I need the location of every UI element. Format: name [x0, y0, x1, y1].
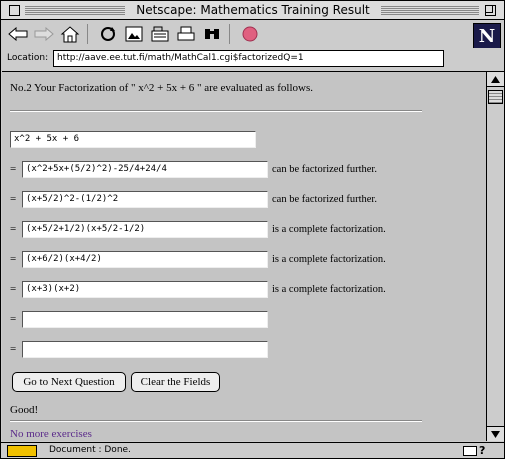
security-key-icon[interactable] [7, 445, 37, 457]
equals-sign: = [10, 223, 17, 235]
home-icon[interactable] [59, 24, 81, 44]
stop-icon[interactable] [239, 24, 261, 44]
divider [10, 110, 422, 112]
divider [10, 420, 422, 422]
step-status-3: is a complete factorization. [272, 223, 386, 235]
browser-window: Netscape: Mathematics Training Result N … [0, 0, 505, 459]
print-icon[interactable] [175, 24, 197, 44]
equals-sign: = [10, 343, 17, 355]
title-bar[interactable]: Netscape: Mathematics Training Result [1, 1, 504, 20]
toolbar [1, 21, 504, 47]
window-title: Netscape: Mathematics Training Result [127, 3, 379, 17]
reload-icon[interactable] [97, 24, 119, 44]
scroll-down-arrow[interactable] [487, 426, 504, 441]
mail-icon[interactable] [463, 446, 477, 456]
step-field-3[interactable]: (x+5/2+1/2)(x+5/2-1/2) [22, 220, 268, 238]
help-icon[interactable]: ? [479, 444, 485, 457]
equals-sign: = [10, 283, 17, 295]
forward-icon[interactable] [33, 24, 55, 44]
step-status-1: can be factorized further. [272, 163, 377, 175]
equals-sign: = [10, 313, 17, 325]
result-text: Good! [10, 404, 39, 416]
step-field-6[interactable] [22, 310, 268, 328]
status-bar: Document : Done. ? [1, 442, 504, 458]
step-field-5[interactable]: (x+3)(x+2) [22, 280, 268, 298]
scroll-up-arrow[interactable] [487, 72, 504, 87]
vertical-scrollbar[interactable] [486, 71, 504, 441]
location-bar: Location: http://aave.ee.tut.fi/math/Mat… [1, 48, 504, 70]
images-icon[interactable] [123, 24, 145, 44]
question-field[interactable]: x^2 + 5x + 6 [10, 130, 256, 148]
status-text: Document : Done. [49, 445, 131, 455]
scroll-thumb[interactable] [488, 90, 503, 104]
page-content: No.2 Your Factorization of " x^2 + 5x + … [2, 71, 486, 441]
clear-fields-button[interactable]: Clear the Fields [131, 372, 220, 392]
find-icon[interactable] [201, 24, 223, 44]
equals-sign: = [10, 163, 17, 175]
step-status-5: is a complete factorization. [272, 283, 386, 295]
page-heading: No.2 Your Factorization of " x^2 + 5x + … [10, 82, 314, 94]
step-field-7[interactable] [22, 340, 268, 358]
step-field-2[interactable]: (x+5/2)^2-(1/2)^2 [22, 190, 268, 208]
step-status-2: can be factorized further. [272, 193, 377, 205]
no-more-exercises-link[interactable]: No more exercises [10, 428, 92, 440]
zoom-box[interactable] [485, 5, 496, 16]
step-field-4[interactable]: (x+6/2)(x+4/2) [22, 250, 268, 268]
open-icon[interactable] [149, 24, 171, 44]
equals-sign: = [10, 193, 17, 205]
next-question-button[interactable]: Go to Next Question [12, 372, 126, 392]
location-label: Location: [7, 53, 49, 63]
close-box[interactable] [9, 5, 20, 16]
netscape-logo[interactable]: N [473, 23, 501, 49]
step-status-4: is a complete factorization. [272, 253, 386, 265]
url-field[interactable]: http://aave.ee.tut.fi/math/MathCal1.cgi$… [53, 50, 444, 67]
back-icon[interactable] [7, 24, 29, 44]
equals-sign: = [10, 253, 17, 265]
step-field-1[interactable]: (x^2+5x+(5/2)^2)-25/4+24/4 [22, 160, 268, 178]
